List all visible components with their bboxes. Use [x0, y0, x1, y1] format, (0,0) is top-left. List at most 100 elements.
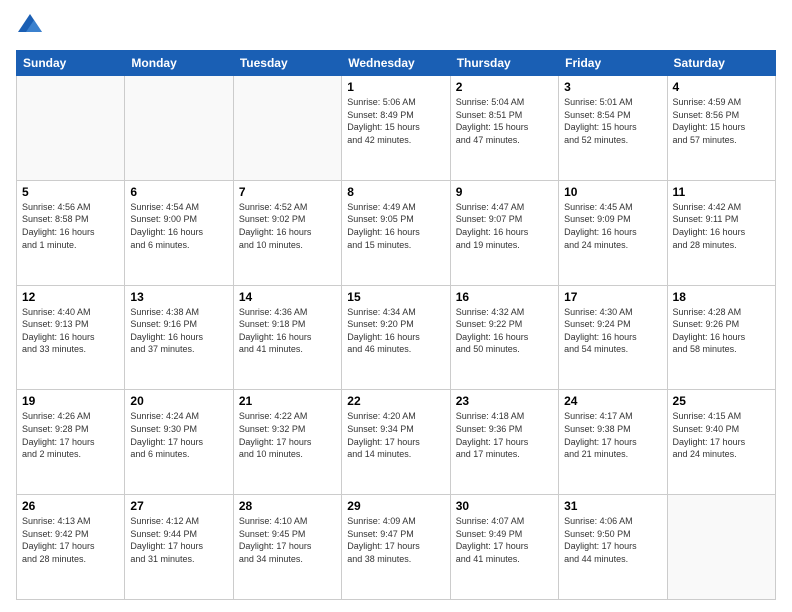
- calendar-week-row: 26Sunrise: 4:13 AM Sunset: 9:42 PM Dayli…: [17, 495, 776, 600]
- calendar-day-cell: 7 Sunrise: 4:52 AM Sunset: 9:02 PM Daylig…: [233, 180, 341, 285]
- calendar-day-cell: 25 Sunrise: 4:15 AM Sunset: 9:40 PM Dayli…: [667, 390, 775, 495]
- day-info: Sunrise: 4:28 AM Sunset: 9:26 PM Dayligh…: [673, 306, 770, 356]
- calendar-day-header: Monday: [125, 51, 233, 76]
- day-info: Sunrise: 4:38 AM Sunset: 9:16 PM Dayligh…: [130, 306, 227, 356]
- calendar-day-cell: 26Sunrise: 4:13 AM Sunset: 9:42 PM Dayli…: [17, 495, 125, 600]
- day-number: 21: [239, 394, 336, 408]
- calendar-week-row: 19 Sunrise: 4:26 AM Sunset: 9:28 PM Dayli…: [17, 390, 776, 495]
- calendar-day-cell: 6Sunrise: 4:54 AM Sunset: 9:00 PM Daylig…: [125, 180, 233, 285]
- day-info: Sunrise: 4:06 AM Sunset: 9:50 PM Dayligh…: [564, 515, 661, 565]
- calendar-day-cell: 9 Sunrise: 4:47 AM Sunset: 9:07 PM Daylig…: [450, 180, 558, 285]
- day-number: 8: [347, 185, 444, 199]
- day-number: 22: [347, 394, 444, 408]
- day-number: 10: [564, 185, 661, 199]
- calendar-day-cell: 21 Sunrise: 4:22 AM Sunset: 9:32 PM Dayli…: [233, 390, 341, 495]
- calendar-day-cell: 5 Sunrise: 4:56 AM Sunset: 8:58 PM Daylig…: [17, 180, 125, 285]
- day-info: Sunrise: 5:04 AM Sunset: 8:51 PM Dayligh…: [456, 96, 553, 146]
- calendar-day-header: Tuesday: [233, 51, 341, 76]
- calendar-day-header: Saturday: [667, 51, 775, 76]
- day-number: 25: [673, 394, 770, 408]
- logo: [16, 12, 48, 40]
- calendar-day-cell: 24 Sunrise: 4:17 AM Sunset: 9:38 PM Dayli…: [559, 390, 667, 495]
- day-info: Sunrise: 4:49 AM Sunset: 9:05 PM Dayligh…: [347, 201, 444, 251]
- day-number: 24: [564, 394, 661, 408]
- day-number: 26: [22, 499, 119, 513]
- day-number: 31: [564, 499, 661, 513]
- day-number: 19: [22, 394, 119, 408]
- day-info: Sunrise: 4:56 AM Sunset: 8:58 PM Dayligh…: [22, 201, 119, 251]
- calendar-day-cell: 19 Sunrise: 4:26 AM Sunset: 9:28 PM Dayli…: [17, 390, 125, 495]
- calendar-day-cell: 2Sunrise: 5:04 AM Sunset: 8:51 PM Daylig…: [450, 76, 558, 181]
- day-info: Sunrise: 4:40 AM Sunset: 9:13 PM Dayligh…: [22, 306, 119, 356]
- calendar-day-cell: 10 Sunrise: 4:45 AM Sunset: 9:09 PM Dayli…: [559, 180, 667, 285]
- calendar-day-header: Thursday: [450, 51, 558, 76]
- day-number: 3: [564, 80, 661, 94]
- calendar-day-header: Friday: [559, 51, 667, 76]
- calendar-day-cell: 27Sunrise: 4:12 AM Sunset: 9:44 PM Dayli…: [125, 495, 233, 600]
- calendar-day-cell: 4Sunrise: 4:59 AM Sunset: 8:56 PM Daylig…: [667, 76, 775, 181]
- day-info: Sunrise: 4:18 AM Sunset: 9:36 PM Dayligh…: [456, 410, 553, 460]
- day-info: Sunrise: 4:07 AM Sunset: 9:49 PM Dayligh…: [456, 515, 553, 565]
- day-info: Sunrise: 4:45 AM Sunset: 9:09 PM Dayligh…: [564, 201, 661, 251]
- day-info: Sunrise: 4:32 AM Sunset: 9:22 PM Dayligh…: [456, 306, 553, 356]
- calendar-day-cell: 28Sunrise: 4:10 AM Sunset: 9:45 PM Dayli…: [233, 495, 341, 600]
- day-number: 11: [673, 185, 770, 199]
- calendar-day-cell: 14 Sunrise: 4:36 AM Sunset: 9:18 PM Dayli…: [233, 285, 341, 390]
- day-number: 30: [456, 499, 553, 513]
- calendar-day-cell: 23 Sunrise: 4:18 AM Sunset: 9:36 PM Dayli…: [450, 390, 558, 495]
- calendar-day-cell: 17Sunrise: 4:30 AM Sunset: 9:24 PM Dayli…: [559, 285, 667, 390]
- day-number: 27: [130, 499, 227, 513]
- calendar-day-cell: [125, 76, 233, 181]
- day-info: Sunrise: 4:17 AM Sunset: 9:38 PM Dayligh…: [564, 410, 661, 460]
- day-info: Sunrise: 4:42 AM Sunset: 9:11 PM Dayligh…: [673, 201, 770, 251]
- day-info: Sunrise: 4:22 AM Sunset: 9:32 PM Dayligh…: [239, 410, 336, 460]
- day-number: 1: [347, 80, 444, 94]
- calendar-day-cell: 12Sunrise: 4:40 AM Sunset: 9:13 PM Dayli…: [17, 285, 125, 390]
- header: [16, 12, 776, 40]
- day-info: Sunrise: 4:52 AM Sunset: 9:02 PM Dayligh…: [239, 201, 336, 251]
- day-info: Sunrise: 4:15 AM Sunset: 9:40 PM Dayligh…: [673, 410, 770, 460]
- day-info: Sunrise: 4:54 AM Sunset: 9:00 PM Dayligh…: [130, 201, 227, 251]
- calendar-day-cell: 15Sunrise: 4:34 AM Sunset: 9:20 PM Dayli…: [342, 285, 450, 390]
- day-info: Sunrise: 4:24 AM Sunset: 9:30 PM Dayligh…: [130, 410, 227, 460]
- calendar-day-cell: 22 Sunrise: 4:20 AM Sunset: 9:34 PM Dayli…: [342, 390, 450, 495]
- day-info: Sunrise: 4:26 AM Sunset: 9:28 PM Dayligh…: [22, 410, 119, 460]
- day-number: 13: [130, 290, 227, 304]
- day-info: Sunrise: 4:20 AM Sunset: 9:34 PM Dayligh…: [347, 410, 444, 460]
- logo-icon: [16, 12, 44, 40]
- calendar-table: SundayMondayTuesdayWednesdayThursdayFrid…: [16, 50, 776, 600]
- calendar-day-cell: 31 Sunrise: 4:06 AM Sunset: 9:50 PM Dayli…: [559, 495, 667, 600]
- calendar-day-cell: 16 Sunrise: 4:32 AM Sunset: 9:22 PM Dayli…: [450, 285, 558, 390]
- calendar-day-cell: 30 Sunrise: 4:07 AM Sunset: 9:49 PM Dayli…: [450, 495, 558, 600]
- calendar-day-cell: 1 Sunrise: 5:06 AM Sunset: 8:49 PM Daylig…: [342, 76, 450, 181]
- day-number: 9: [456, 185, 553, 199]
- calendar-day-header: Wednesday: [342, 51, 450, 76]
- day-info: Sunrise: 4:09 AM Sunset: 9:47 PM Dayligh…: [347, 515, 444, 565]
- calendar-header-row: SundayMondayTuesdayWednesdayThursdayFrid…: [17, 51, 776, 76]
- day-number: 16: [456, 290, 553, 304]
- calendar-day-cell: 13 Sunrise: 4:38 AM Sunset: 9:16 PM Dayli…: [125, 285, 233, 390]
- day-number: 5: [22, 185, 119, 199]
- day-number: 7: [239, 185, 336, 199]
- day-info: Sunrise: 4:47 AM Sunset: 9:07 PM Dayligh…: [456, 201, 553, 251]
- calendar-day-cell: 18Sunrise: 4:28 AM Sunset: 9:26 PM Dayli…: [667, 285, 775, 390]
- day-info: Sunrise: 5:01 AM Sunset: 8:54 PM Dayligh…: [564, 96, 661, 146]
- day-number: 15: [347, 290, 444, 304]
- calendar-day-cell: [667, 495, 775, 600]
- calendar-week-row: 5 Sunrise: 4:56 AM Sunset: 8:58 PM Daylig…: [17, 180, 776, 285]
- calendar-day-cell: 11 Sunrise: 4:42 AM Sunset: 9:11 PM Dayli…: [667, 180, 775, 285]
- day-number: 20: [130, 394, 227, 408]
- calendar-day-cell: 8 Sunrise: 4:49 AM Sunset: 9:05 PM Daylig…: [342, 180, 450, 285]
- calendar-week-row: 12Sunrise: 4:40 AM Sunset: 9:13 PM Dayli…: [17, 285, 776, 390]
- calendar-day-cell: 20 Sunrise: 4:24 AM Sunset: 9:30 PM Dayli…: [125, 390, 233, 495]
- day-info: Sunrise: 4:59 AM Sunset: 8:56 PM Dayligh…: [673, 96, 770, 146]
- page: SundayMondayTuesdayWednesdayThursdayFrid…: [0, 0, 792, 612]
- day-info: Sunrise: 5:06 AM Sunset: 8:49 PM Dayligh…: [347, 96, 444, 146]
- day-number: 29: [347, 499, 444, 513]
- calendar-week-row: 1 Sunrise: 5:06 AM Sunset: 8:49 PM Daylig…: [17, 76, 776, 181]
- day-info: Sunrise: 4:36 AM Sunset: 9:18 PM Dayligh…: [239, 306, 336, 356]
- calendar-day-header: Sunday: [17, 51, 125, 76]
- day-number: 14: [239, 290, 336, 304]
- day-number: 23: [456, 394, 553, 408]
- calendar-day-cell: 3 Sunrise: 5:01 AM Sunset: 8:54 PM Daylig…: [559, 76, 667, 181]
